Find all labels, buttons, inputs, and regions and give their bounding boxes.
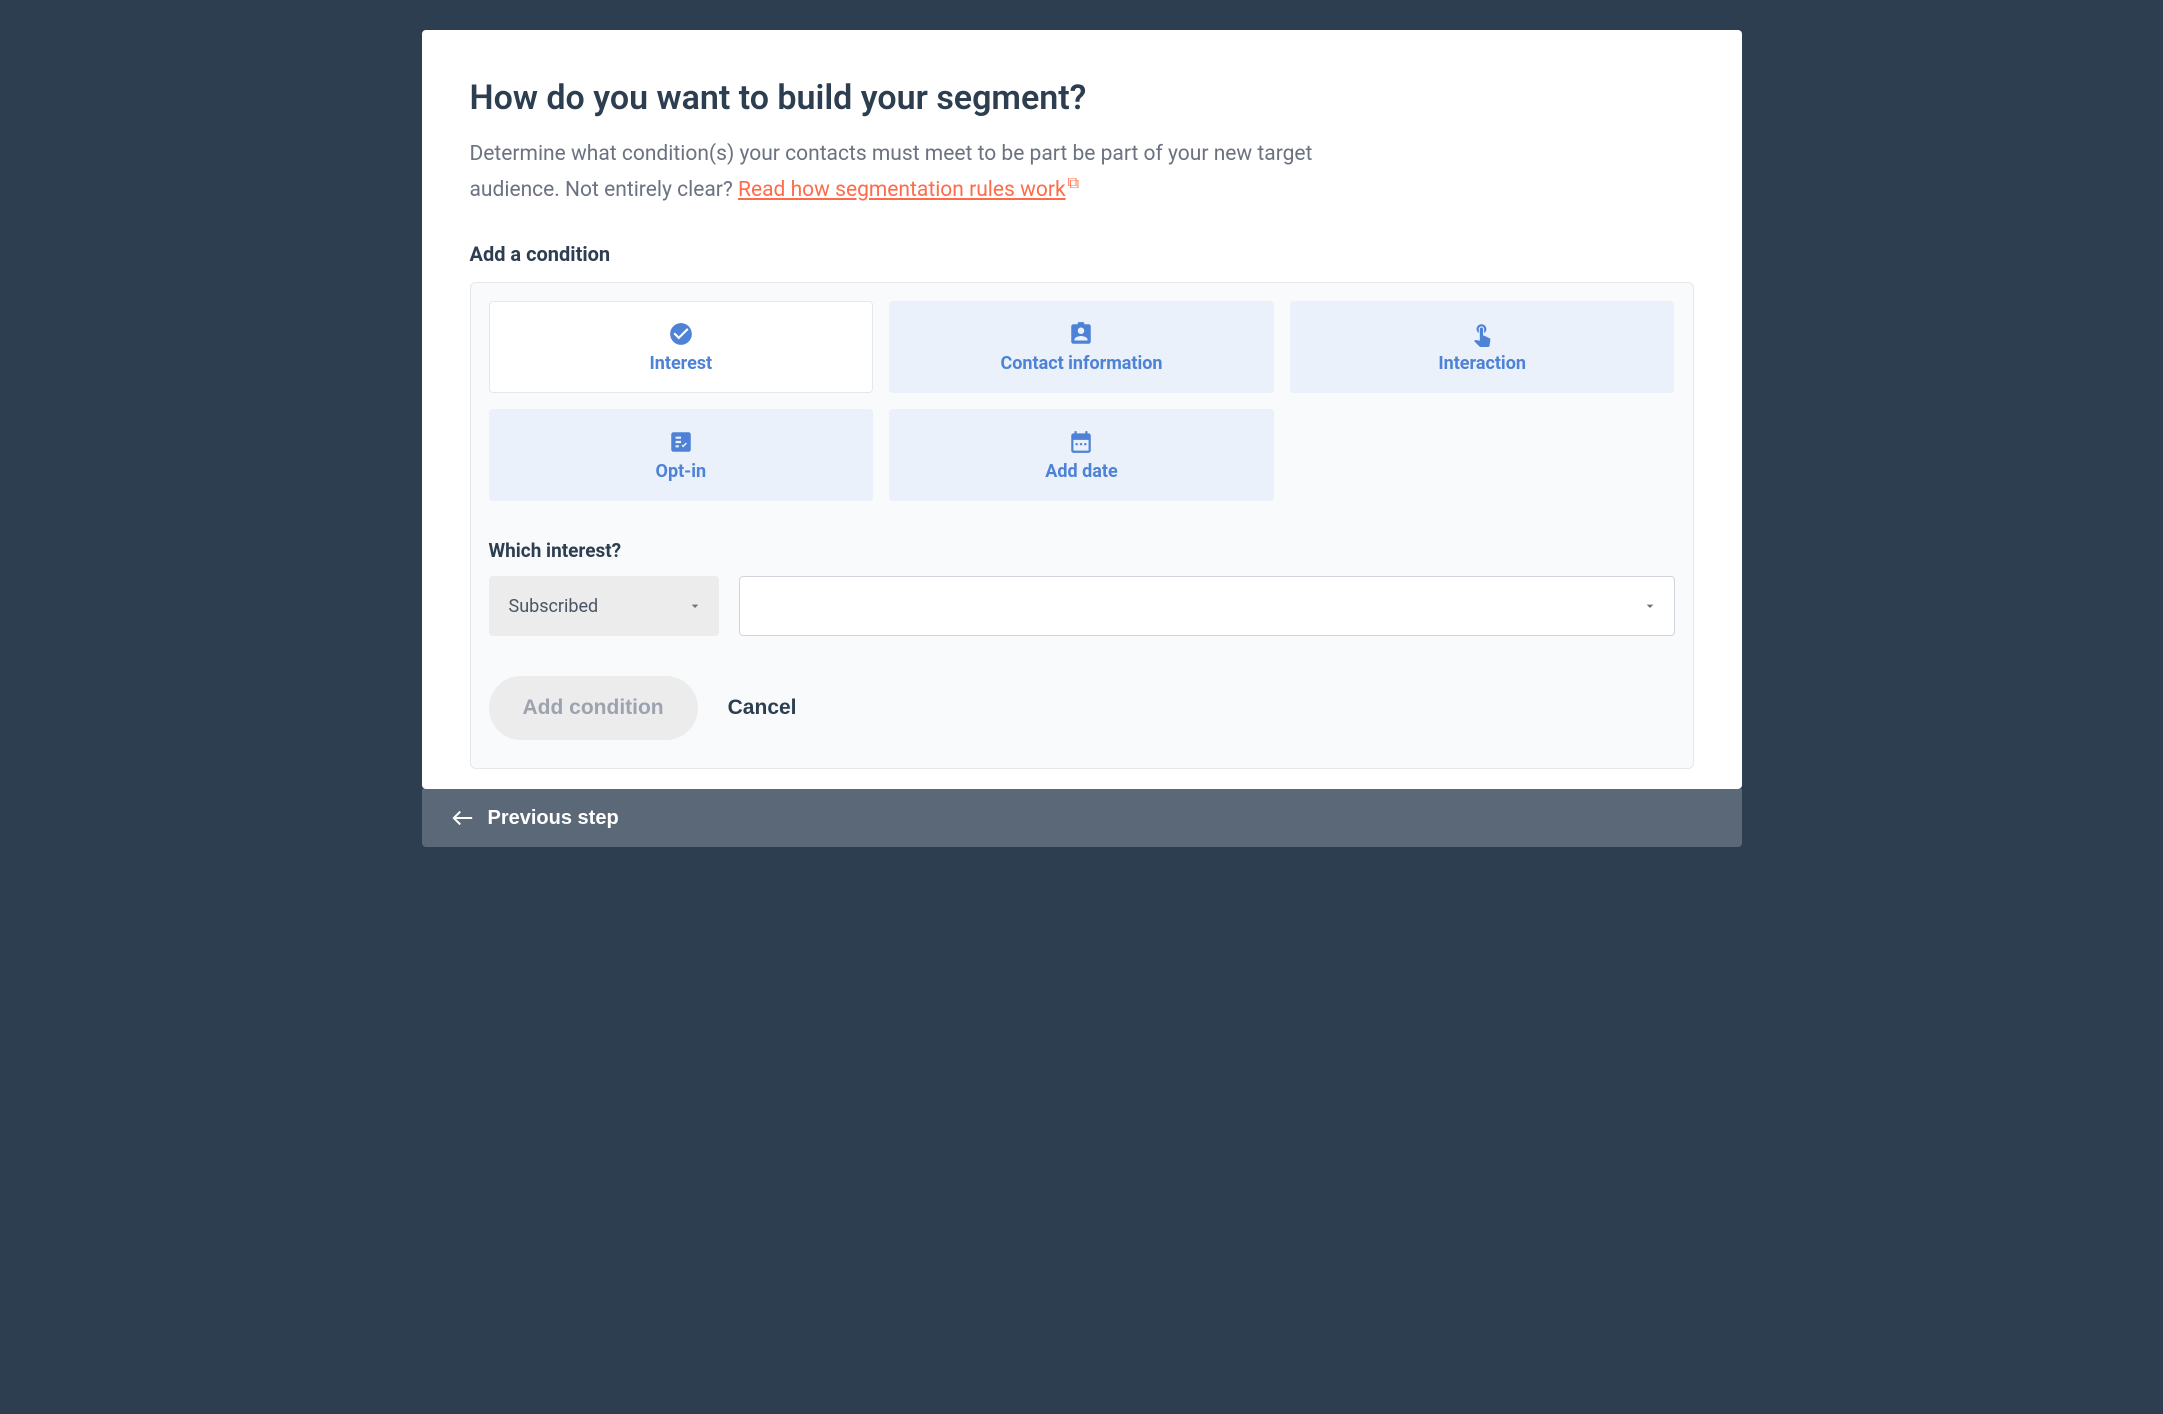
condition-panel: Interest Contact information Interaction: [470, 282, 1694, 769]
calendar-icon: [1068, 429, 1094, 455]
previous-step-label: Previous step: [488, 807, 619, 830]
check-circle-icon: [668, 321, 694, 347]
page-title: How do you want to build your segment?: [470, 78, 1694, 118]
previous-step-button[interactable]: Previous step: [452, 807, 619, 830]
tile-label: Add date: [1045, 461, 1117, 482]
tile-label: Contact information: [1000, 353, 1162, 374]
tile-label: Opt-in: [656, 461, 707, 482]
tile-add-date[interactable]: Add date: [889, 409, 1274, 501]
external-link-icon: ⧉: [1068, 173, 1079, 192]
chevron-down-icon: [687, 598, 703, 614]
segmentation-rules-link[interactable]: Read how segmentation rules work: [738, 178, 1066, 202]
tile-contact-information[interactable]: Contact information: [889, 301, 1274, 393]
condition-type-grid: Interest Contact information Interaction: [489, 301, 1675, 501]
contact-card-icon: [1068, 321, 1094, 347]
subscription-status-select[interactable]: Subscribed: [489, 576, 719, 636]
wizard-footer: Previous step: [422, 789, 1742, 847]
select-value: Subscribed: [509, 596, 599, 617]
tile-opt-in[interactable]: Opt-in: [489, 409, 874, 501]
tile-label: Interest: [650, 353, 713, 374]
add-condition-button[interactable]: Add condition: [489, 676, 698, 740]
page-description: Determine what condition(s) your contact…: [470, 138, 1390, 206]
interest-value-select[interactable]: [739, 576, 1675, 636]
which-interest-label: Which interest?: [489, 539, 1675, 562]
interest-field-row: Subscribed: [489, 576, 1675, 636]
segment-builder-card: How do you want to build your segment? D…: [422, 30, 1742, 789]
chevron-down-icon: [1642, 598, 1658, 614]
tile-interest[interactable]: Interest: [489, 301, 874, 393]
checklist-icon: [668, 429, 694, 455]
add-condition-heading: Add a condition: [470, 242, 1694, 266]
tile-label: Interaction: [1438, 353, 1526, 374]
cancel-button[interactable]: Cancel: [728, 696, 797, 720]
arrow-left-icon: [452, 809, 474, 827]
tile-interaction[interactable]: Interaction: [1290, 301, 1675, 393]
condition-actions: Add condition Cancel: [489, 676, 1675, 740]
touch-icon: [1469, 321, 1495, 347]
